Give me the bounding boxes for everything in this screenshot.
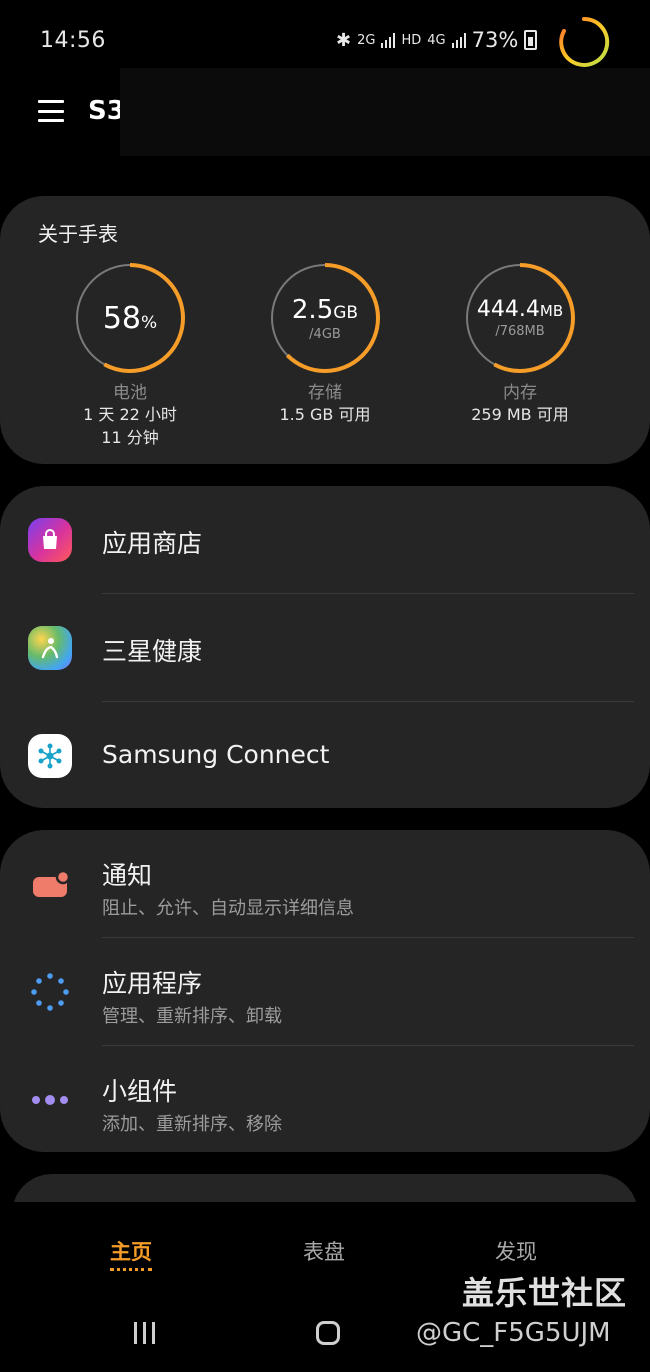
- tab-watch-faces[interactable]: 表盘: [303, 1236, 345, 1266]
- battery-percent: 73%: [471, 28, 519, 52]
- list-item-widgets[interactable]: 小组件 添加、重新排序、移除: [0, 1046, 650, 1154]
- list-item-sub: 阻止、允许、自动显示详细信息: [102, 898, 354, 919]
- status-icons: ✱ 2G HD 4G 73%: [336, 28, 538, 52]
- memory-gauge[interactable]: 444.4MB /768MB 内存 259 MB 可用: [450, 262, 590, 426]
- tab-home-label: 主页: [110, 1240, 152, 1264]
- activity-ring-icon[interactable]: [556, 14, 612, 70]
- watermark-brand: 盖乐世社区: [462, 1274, 628, 1312]
- network-2g-label: 2G: [357, 32, 376, 48]
- list-item-app-store[interactable]: 应用商店: [0, 486, 650, 594]
- list-item-label: 三星健康: [102, 637, 203, 666]
- recents-icon[interactable]: [134, 1322, 155, 1344]
- about-watch-title: 关于手表: [38, 222, 118, 246]
- samsung-connect-icon: [28, 734, 72, 778]
- settings-card: 通知 阻止、允许、自动显示详细信息 应用程序 管理、重新排序、卸载 小组件 添加…: [0, 830, 650, 1152]
- list-item-label: Samsung Connect: [102, 740, 330, 769]
- battery-icon: [524, 30, 538, 50]
- storage-value: 2.5: [291, 294, 334, 325]
- list-item-samsung-connect[interactable]: Samsung Connect: [0, 702, 650, 810]
- list-item-label: 应用商店: [102, 529, 203, 558]
- watermark-user: @GC_F5G5UJM: [416, 1318, 611, 1348]
- apps-card: 应用商店 三星健康 Samsung Connect: [0, 486, 650, 808]
- storage-detail: 1.5 GB 可用: [279, 405, 371, 424]
- tab-watch-faces-label: 表盘: [303, 1240, 345, 1264]
- signal-icon: [381, 32, 396, 48]
- memory-value: 444.4: [476, 297, 540, 322]
- menu-icon[interactable]: [38, 100, 64, 122]
- tab-discover-label: 发现: [495, 1240, 537, 1264]
- widgets-icon: [28, 1078, 72, 1122]
- list-item-sub: 添加、重新排序、移除: [102, 1114, 282, 1135]
- storage-unit: GB: [333, 302, 359, 323]
- signal-icon-2: [451, 32, 466, 48]
- status-time: 14:56: [40, 28, 106, 53]
- battery-unit: %: [141, 312, 158, 333]
- active-tab-indicator: [110, 1268, 152, 1271]
- storage-total: /4GB: [309, 326, 341, 342]
- tab-home[interactable]: 主页: [110, 1236, 152, 1271]
- storage-gauge[interactable]: 2.5GB /4GB 存储 1.5 GB 可用: [255, 262, 395, 426]
- battery-value: 58: [102, 300, 142, 336]
- memory-unit: MB: [539, 302, 564, 320]
- memory-detail: 259 MB 可用: [471, 405, 569, 424]
- shopping-bag-icon: [28, 518, 72, 562]
- list-item-notifications[interactable]: 通知 阻止、允许、自动显示详细信息: [0, 830, 650, 938]
- list-item-label: 应用程序: [102, 969, 203, 998]
- bluetooth-icon: ✱: [336, 29, 352, 51]
- home-icon[interactable]: [316, 1321, 340, 1345]
- list-item-applications[interactable]: 应用程序 管理、重新排序、卸载: [0, 938, 650, 1046]
- tab-discover[interactable]: 发现: [495, 1236, 537, 1266]
- memory-total: /768MB: [495, 324, 545, 339]
- list-item-sub: 管理、重新排序、卸载: [102, 1006, 282, 1027]
- list-item-label: 通知: [102, 861, 153, 890]
- memory-label: 内存: [503, 383, 537, 403]
- storage-label: 存储: [308, 383, 342, 403]
- battery-detail-line2: 11 分钟: [101, 428, 159, 447]
- battery-detail-line1: 1 天 22 小时: [83, 405, 177, 424]
- battery-label: 电池: [113, 383, 147, 403]
- battery-gauge[interactable]: 58% 电池 1 天 22 小时 11 分钟: [60, 262, 200, 449]
- network-4g-label: 4G: [427, 32, 446, 48]
- list-item-label: 小组件: [102, 1077, 178, 1106]
- list-item-samsung-health[interactable]: 三星健康: [0, 594, 650, 702]
- samsung-health-icon: [28, 626, 72, 670]
- notification-icon: [28, 862, 72, 906]
- redacted-area: [120, 68, 650, 156]
- apps-dots-icon: [28, 970, 72, 1014]
- hd-label: HD: [401, 32, 422, 48]
- about-watch-card[interactable]: 关于手表 58% 电池 1 天 22 小时 11 分钟 2.5GB /4GB 存…: [0, 196, 650, 464]
